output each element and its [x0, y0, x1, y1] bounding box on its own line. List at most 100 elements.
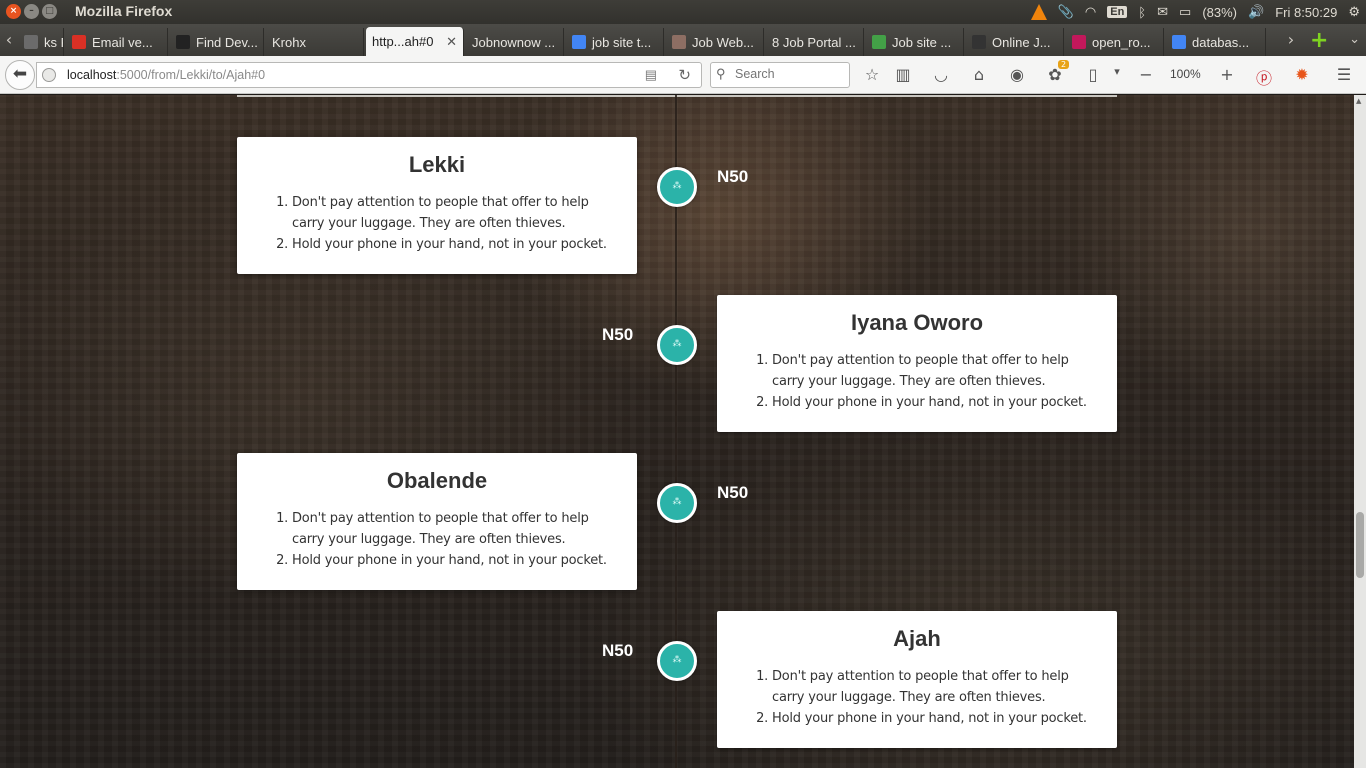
browser-tab[interactable]: Find Dev... [170, 28, 264, 56]
clock[interactable]: Fri 8:50:29 [1275, 5, 1337, 20]
tab-close-icon[interactable]: ✕ [446, 34, 457, 50]
browser-tab[interactable]: job site t... [566, 28, 664, 56]
stop-fare: N50 [602, 325, 634, 344]
back-button[interactable]: ⬅ [5, 60, 35, 90]
chat-icon[interactable]: ◉ [1006, 65, 1028, 84]
zoom-out-icon[interactable]: − [1135, 65, 1157, 84]
stop-fare: N50 [602, 641, 634, 660]
pinterest-icon[interactable]: ⓟ [1253, 65, 1275, 89]
tab-favicon-icon [24, 35, 38, 49]
url-bar[interactable]: localhost:5000/from/Lekki/to/Ajah#0 ▤ ↻ [36, 62, 702, 88]
search-icon: ⚲ [716, 66, 726, 81]
timeline-node-icon: ⁂ [657, 325, 697, 365]
clipboard-dropdown-icon[interactable]: ▾ [1106, 65, 1128, 78]
tab-favicon-icon [176, 35, 190, 49]
tab-label: Find Dev... [196, 34, 258, 50]
stop-name: Iyana Oworo [850, 310, 984, 335]
safety-tips-list: Don't pay attention to people that offer… [292, 508, 617, 571]
tab-label: Jobnownow ... [472, 34, 556, 50]
bookmarks-library-icon[interactable]: ▥ [892, 65, 914, 84]
site-identity-globe-icon[interactable] [42, 68, 56, 82]
safety-tips-list: Don't pay attention to people that offer… [772, 666, 1097, 729]
app-title: Mozilla Firefox [75, 3, 173, 19]
tab-label: http...ah#0 [372, 34, 434, 49]
tab-label: job site t... [592, 34, 652, 50]
safety-tip: Hold your phone in your hand, not in you… [772, 708, 1097, 729]
tab-list-chevron-icon[interactable]: ⌄ [1349, 32, 1360, 47]
browser-tab[interactable]: Online J... [966, 28, 1064, 56]
tab-favicon-icon [72, 35, 86, 49]
scrollbar-thumb[interactable] [1356, 512, 1364, 578]
tab-label: Krohx [272, 34, 306, 50]
browser-tab[interactable]: open_ro... [1066, 28, 1164, 56]
reload-icon[interactable]: ↻ [678, 66, 691, 84]
browser-tab[interactable]: Jobnownow ... [466, 28, 564, 56]
tab-label: Online J... [992, 34, 1051, 50]
safety-tip: Hold your phone in your hand, not in you… [292, 234, 617, 255]
home-icon[interactable]: ⌂ [968, 65, 990, 84]
url-text[interactable]: localhost:5000/from/Lekki/to/Ajah#0 [67, 68, 265, 82]
window-maximize-button[interactable]: □ [42, 4, 57, 19]
tab-scroll-left-icon[interactable]: ‹ [2, 30, 16, 49]
pocket-icon[interactable]: ◡ [930, 65, 952, 84]
stop-fare: N50 [717, 483, 749, 502]
new-tab-plus-icon[interactable]: + [1310, 28, 1328, 53]
safety-tip: Don't pay attention to people that offer… [292, 192, 617, 234]
tab-label: open_ro... [1092, 34, 1151, 50]
window-minimize-button[interactable]: – [24, 4, 39, 19]
search-input[interactable] [735, 67, 845, 81]
safety-tip: Hold your phone in your hand, not in you… [292, 550, 617, 571]
safety-tip: Don't pay attention to people that offer… [292, 508, 617, 550]
browser-tab[interactable]: http...ah#0 ✕ [366, 27, 464, 56]
stop-name: Obalende [386, 468, 488, 493]
system-tray: 📎 ◠ En ᛒ ✉ ▭ (83%) 🔊 Fri 8:50:29 ⚙ [1030, 0, 1360, 24]
reader-view-icon[interactable]: ▤ [645, 67, 657, 83]
browser-tab[interactable]: Krohx [266, 28, 364, 56]
tab-label: Email ve... [92, 34, 153, 50]
tab-favicon-icon [1072, 35, 1086, 49]
bluetooth-icon[interactable]: ᛒ [1138, 5, 1146, 20]
tab-strip: ‹ ks F... Email ve... Find Dev... Krohx http… [0, 24, 1366, 56]
clipboard-icon[interactable]: ▯ [1082, 65, 1104, 84]
keyboard-layout-indicator[interactable]: En [1107, 6, 1128, 18]
tab-favicon-icon [972, 35, 986, 49]
url-path: :5000/from/Lekki/to/Ajah#0 [116, 68, 266, 82]
hamburger-menu-icon[interactable]: ☰ [1333, 65, 1355, 84]
tab-scroll-right-icon[interactable]: › [1284, 30, 1298, 49]
header-divider [237, 95, 1117, 97]
bookmark-star-icon[interactable]: ☆ [861, 65, 883, 84]
navigation-toolbar: ⬅ localhost:5000/from/Lekki/to/Ajah#0 ▤ … [0, 56, 1366, 94]
browser-tab[interactable]: Email ve... [66, 28, 168, 56]
zoom-level[interactable]: 100% [1170, 67, 1201, 81]
tab-favicon-icon [572, 35, 586, 49]
window-controls: × – □ [6, 4, 57, 19]
browser-tab[interactable]: ks F... [18, 28, 64, 56]
tab-label: databas... [1192, 34, 1250, 50]
browser-tab[interactable]: Job Web... [666, 28, 764, 56]
addon-badge: 2 [1058, 60, 1070, 69]
safety-tip: Don't pay attention to people that offer… [772, 666, 1097, 708]
mail-icon[interactable]: ✉ [1157, 4, 1168, 20]
page-scrollbar[interactable]: ▲ [1354, 95, 1366, 768]
vlc-icon[interactable] [1030, 4, 1047, 20]
stop-card: Ajah Don't pay attention to people that o… [717, 611, 1117, 748]
scroll-up-icon[interactable]: ▲ [1356, 97, 1361, 105]
tab-favicon-icon [672, 35, 686, 49]
wifi-icon[interactable]: ◠ [1085, 4, 1096, 20]
firebug-icon[interactable]: ✹ [1291, 65, 1313, 84]
browser-tab[interactable]: 8 Job Portal ... [766, 28, 864, 56]
browser-tab[interactable]: databas... [1166, 28, 1266, 56]
paperclip-icon[interactable]: 📎 [1058, 4, 1074, 20]
zoom-in-icon[interactable]: + [1216, 65, 1238, 84]
browser-tab[interactable]: Job site ... [866, 28, 964, 56]
search-bar[interactable]: ⚲ [710, 62, 850, 88]
stop-fare: N50 [717, 167, 749, 186]
battery-icon[interactable]: ▭ [1179, 4, 1191, 20]
settings-gear-icon[interactable]: ⚙ [1348, 4, 1360, 20]
safety-tips-list: Don't pay attention to people that offer… [772, 350, 1097, 413]
tab-label: ks F... [44, 34, 63, 50]
safety-tips-list: Don't pay attention to people that offer… [292, 192, 617, 255]
window-close-button[interactable]: × [6, 4, 21, 19]
stop-name: Ajah [893, 626, 941, 651]
volume-icon[interactable]: 🔊 [1248, 4, 1264, 20]
